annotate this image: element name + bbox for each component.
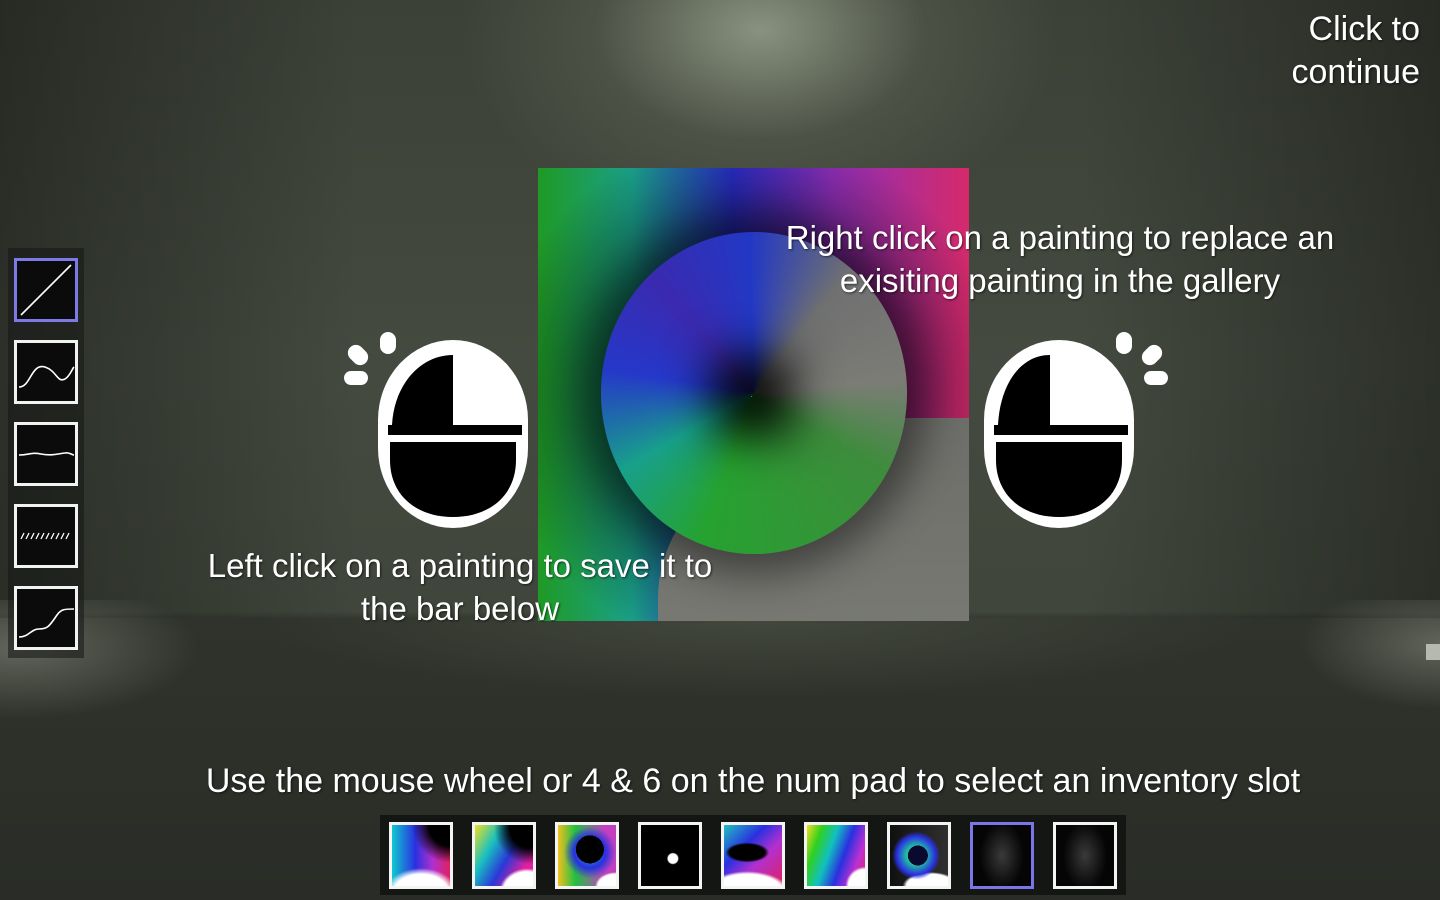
inventory-slot[interactable] [721, 822, 785, 889]
empty-slot [973, 825, 1031, 886]
curve-toolbar [8, 248, 84, 658]
tool-noise[interactable] [14, 504, 78, 568]
floor-light-right [1300, 600, 1440, 710]
right-click-hint: Right click on a painting to replace an … [785, 219, 1335, 299]
left-click-hint: Left click on a painting to save it to t… [207, 547, 713, 627]
tool-sine-curve[interactable] [14, 340, 78, 404]
continue-prompt[interactable]: Click to continue [1240, 8, 1420, 94]
inventory-slot[interactable] [804, 822, 868, 889]
mouse-right-click-icon [984, 332, 1168, 528]
step-curve-icon [18, 608, 75, 638]
inventory-slot-selected[interactable] [970, 822, 1034, 889]
tool-linear-curve[interactable] [14, 258, 78, 322]
inventory-slot[interactable] [638, 822, 702, 889]
painting-thumbnail [392, 825, 450, 886]
painting-thumbnail [475, 825, 533, 886]
mouse-wheel-hint: Use the mouse wheel or 4 & 6 on the num … [205, 762, 1301, 800]
noise-icon [20, 532, 70, 540]
painting-thumbnail [558, 825, 616, 886]
inventory-slot[interactable] [1053, 822, 1117, 889]
flat-wave-icon [18, 452, 75, 456]
linear-curve-icon [20, 264, 72, 316]
painting-thumbnail [890, 825, 948, 886]
sine-curve-icon [18, 365, 75, 388]
painting-disk-core [751, 396, 752, 397]
painting-thumbnail [724, 825, 782, 886]
inventory-slot[interactable] [555, 822, 619, 889]
inventory-slot[interactable] [389, 822, 453, 889]
inventory-bar [380, 815, 1126, 895]
empty-slot [1056, 825, 1114, 886]
inventory-slot[interactable] [472, 822, 536, 889]
painting-thumbnail [807, 825, 865, 886]
tool-step-curve[interactable] [14, 586, 78, 650]
painting-thumbnail [641, 825, 699, 886]
tool-flat-wave[interactable] [14, 422, 78, 486]
mouse-left-click-icon [344, 332, 528, 528]
inventory-slot[interactable] [887, 822, 951, 889]
pedestal-right [1426, 644, 1440, 660]
